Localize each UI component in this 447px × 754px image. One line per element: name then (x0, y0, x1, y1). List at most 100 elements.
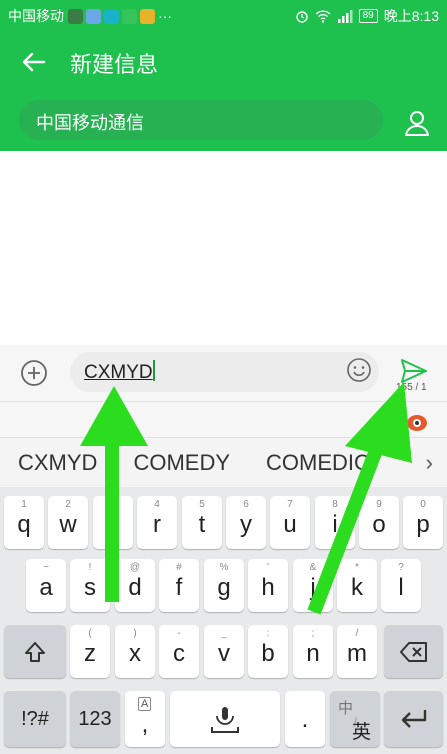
key-t[interactable]: 5t (182, 496, 222, 549)
send-icon[interactable] (399, 357, 429, 385)
suggestion-item[interactable]: CXMYD (0, 450, 115, 476)
key-o[interactable]: 9o (359, 496, 399, 549)
key-label: e (106, 511, 120, 538)
app-notification-icon (86, 8, 101, 24)
key-label: f (175, 574, 183, 601)
shift-icon (25, 642, 45, 662)
app-notification-icon (104, 8, 119, 24)
key-label: l (398, 574, 404, 601)
ime-logo-icon[interactable] (406, 411, 428, 431)
chevron-right-icon[interactable]: › (426, 450, 433, 476)
key-l[interactable]: ? l (381, 559, 421, 612)
key-label: b (261, 640, 275, 667)
key-hint: ( (88, 628, 92, 639)
key-label: c (173, 640, 185, 667)
back-arrow-icon[interactable] (18, 46, 50, 78)
key-hint: 5 (199, 499, 205, 510)
contact-icon[interactable] (402, 108, 432, 138)
status-right: 89 晚上8:13 (295, 6, 439, 26)
key-label: n (306, 640, 320, 667)
key-hint: ~ (43, 562, 49, 573)
key-j[interactable]: & j (293, 559, 333, 612)
key-hint: % (219, 562, 229, 573)
space-key[interactable] (170, 691, 280, 747)
key-b[interactable]: :b (248, 625, 288, 678)
key-m[interactable]: / m (337, 625, 377, 678)
key-w[interactable]: 2w (48, 496, 88, 549)
comma-key[interactable]: A , (125, 691, 165, 747)
status-time: 晚上8:13 (383, 8, 439, 24)
text-cursor (152, 360, 155, 381)
app-notification-icon (140, 8, 155, 24)
key-label: q (17, 511, 31, 538)
more-notifications-icon: ··· (158, 8, 172, 24)
language-switch-key[interactable]: 中 / 英 (330, 691, 380, 747)
key-label: o (372, 511, 386, 538)
mic-icon (211, 707, 239, 733)
key-n[interactable]: ; n (293, 625, 333, 678)
key-g[interactable]: % g (204, 559, 244, 612)
key-q[interactable]: 1q (4, 496, 44, 549)
key-i[interactable]: 8i (315, 496, 355, 549)
key-f[interactable]: # f (159, 559, 199, 612)
key-v[interactable]: _ v (204, 625, 244, 678)
key-y[interactable]: 6y (226, 496, 266, 549)
key-hint: 2 (65, 499, 71, 510)
enter-icon (401, 710, 427, 728)
key-u[interactable]: 7u (270, 496, 310, 549)
key-hint: # (176, 562, 182, 573)
key-label: , (141, 711, 149, 738)
key-hint: 8 (332, 499, 338, 510)
symbols-key[interactable]: !?# (4, 691, 66, 747)
backspace-key[interactable] (384, 625, 443, 678)
ime-toolbar (0, 401, 447, 437)
key-a[interactable]: ~ a (26, 559, 66, 612)
key-label: d (128, 574, 142, 601)
key-hint: ! (88, 562, 92, 573)
emoji-icon[interactable] (346, 357, 372, 383)
enter-key[interactable] (384, 691, 443, 747)
key-label: v (218, 640, 230, 667)
key-label: j (310, 574, 316, 601)
key-hint: ; (311, 628, 315, 639)
key-hint: : (266, 628, 270, 639)
key-s[interactable]: ! s (70, 559, 110, 612)
page-title: 新建信息 (70, 52, 159, 77)
key-label: x (129, 640, 141, 667)
key-hint: & (309, 562, 317, 573)
message-input-text: CXMYD (84, 362, 153, 383)
key-label: t (198, 511, 206, 538)
key-z[interactable]: (z (70, 625, 110, 678)
message-input[interactable]: CXMYD (70, 352, 379, 392)
key-d[interactable]: @ d (115, 559, 155, 612)
key-label: z (84, 640, 96, 667)
shift-key[interactable] (4, 625, 66, 678)
key-label: 123 (78, 708, 112, 730)
key-p[interactable]: 0p (403, 496, 443, 549)
key-c[interactable]: -c (159, 625, 199, 678)
key-k[interactable]: * k (337, 559, 377, 612)
key-hint: 9 (376, 499, 382, 510)
key-label: . (301, 706, 309, 733)
key-label: a (39, 574, 53, 601)
key-label: i (332, 511, 338, 538)
key-label: r (153, 511, 161, 538)
key-label: p (416, 511, 430, 538)
screen: 中国移动 ··· 89 晚上8:13 新建信息 中国移动通信 CXMYD 155… (0, 0, 447, 754)
key-hint: @ (129, 562, 141, 573)
suggestion-item[interactable]: COMEDY (115, 450, 248, 476)
recipient-field[interactable]: 中国移动通信 (19, 100, 383, 140)
key-x[interactable]: ) x (115, 625, 155, 678)
key-hint: 4 (154, 499, 160, 510)
key-hint: 0 (420, 499, 426, 510)
key-hint: ' (267, 562, 269, 573)
key-hint: 1 (21, 499, 27, 510)
key-h[interactable]: ' h (248, 559, 288, 612)
suggestion-item[interactable]: COMEDIC (248, 450, 388, 476)
add-circle-icon[interactable] (19, 358, 49, 388)
key-hint: ) (133, 628, 137, 639)
key-r[interactable]: 4r (137, 496, 177, 549)
key-e[interactable]: 3e (93, 496, 133, 549)
numbers-key[interactable]: 123 (70, 691, 120, 747)
period-key[interactable]: . (285, 691, 325, 747)
